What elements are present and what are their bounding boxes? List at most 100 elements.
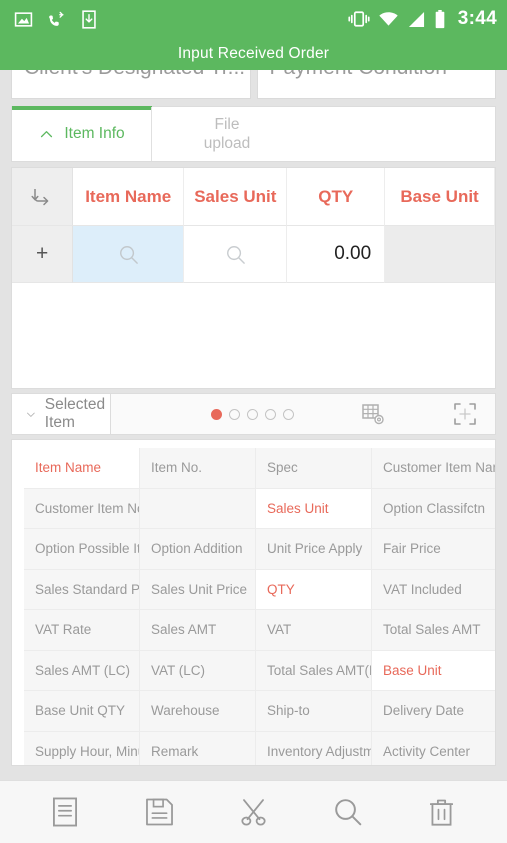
tab-strip: Item Info File upload: [11, 106, 496, 162]
detail-grid-panel: Item Name Item No. Spec Customer Item Na…: [11, 439, 496, 766]
tab-strip-wrapper: Item Info File upload: [0, 99, 507, 162]
signal-icon: [408, 11, 424, 27]
tab-file-upload-label-line1: File: [214, 116, 240, 133]
detail-field-sales-standard-price[interactable]: Sales Standard Pric: [24, 569, 140, 610]
detail-grid: Item Name Item No. Spec Customer Item Na…: [24, 448, 495, 765]
tab-file-upload[interactable]: File upload: [152, 107, 302, 161]
save-icon: [145, 798, 173, 826]
detail-field-supply-hour-minute[interactable]: Supply Hour, Minute: [24, 731, 140, 765]
column-header-item-name[interactable]: Item Name: [73, 168, 185, 226]
pagination-dots[interactable]: [211, 408, 295, 420]
cell-sales-unit[interactable]: [183, 226, 288, 283]
column-header-base-unit[interactable]: Base Unit: [385, 168, 495, 226]
chevron-down-icon: [27, 412, 35, 417]
missed-call-icon: [49, 11, 64, 26]
pagination-dot-5[interactable]: [283, 408, 295, 420]
detail-field-unit-price-apply[interactable]: Unit Price Apply: [256, 529, 372, 570]
search-button[interactable]: [320, 788, 376, 836]
detail-grid-wrapper: Item Name Item No. Spec Customer Item Na…: [0, 435, 507, 766]
delete-button[interactable]: [414, 788, 470, 836]
detail-field-customer-item-no[interactable]: Customer Item No.: [24, 488, 140, 529]
item-table: Item Name Sales Unit QTY Base Unit + 0.0…: [11, 167, 496, 389]
pagination-dot-4[interactable]: [265, 408, 277, 420]
app-title-bar: Input Received Order: [0, 38, 507, 70]
search-icon: [334, 799, 361, 826]
tab-item-info[interactable]: Item Info: [12, 107, 152, 161]
selected-item-toggle[interactable]: Selected Item: [12, 394, 112, 434]
detail-field-item-name[interactable]: Item Name: [24, 448, 140, 489]
detail-field-delivery-date[interactable]: Delivery Date: [372, 691, 495, 732]
detail-field-total-sales-amt-lc[interactable]: Total Sales AMT(LC: [256, 650, 372, 691]
detail-field-option-possible-item[interactable]: Option Possible Iter: [24, 529, 140, 570]
fullscreen-icon[interactable]: [452, 401, 478, 427]
detail-field-qty[interactable]: QTY: [256, 569, 372, 610]
detail-field-vat-lc[interactable]: VAT (LC): [140, 650, 256, 691]
detail-field-sales-amt-lc[interactable]: Sales AMT (LC): [24, 650, 140, 691]
selected-item-label: Selected Item: [44, 396, 106, 431]
tab-item-info-label: Item Info: [64, 125, 125, 142]
detail-grid-row: VAT Rate Sales AMT VAT Total Sales AMT: [24, 610, 495, 651]
cut-button[interactable]: [225, 788, 281, 836]
search-icon: [226, 245, 245, 264]
column-header-qty[interactable]: QTY: [287, 168, 386, 226]
detail-field-spec[interactable]: Spec: [256, 448, 372, 489]
top-fields-row: Client's Designated Tr... Payment Condit…: [0, 70, 507, 99]
detail-field-ship-to[interactable]: Ship-to: [256, 691, 372, 732]
detail-field-customer-item-name[interactable]: Customer Item Nam: [372, 448, 495, 489]
status-bar-right-icons: 3:44: [348, 8, 497, 30]
detail-field-vat[interactable]: VAT: [256, 610, 372, 651]
bottom-toolbar: [0, 780, 507, 843]
grid-settings-icon[interactable]: [360, 401, 386, 427]
detail-grid-row: Base Unit QTY Warehouse Ship-to Delivery…: [24, 691, 495, 732]
detail-field-vat-rate[interactable]: VAT Rate: [24, 610, 140, 651]
image-icon: [14, 11, 33, 27]
add-row-button[interactable]: +: [12, 226, 74, 283]
detail-field-activity-center[interactable]: Activity Center: [372, 731, 495, 765]
vibrate-icon: [348, 11, 370, 27]
cut-icon: [241, 799, 266, 826]
detail-grid-row: Option Possible Iter Option Addition Uni…: [24, 529, 495, 570]
list-button[interactable]: [37, 788, 93, 836]
branch-arrow-icon: [31, 188, 49, 205]
detail-field-base-unit-qty[interactable]: Base Unit QTY: [24, 691, 140, 732]
detail-field-item-no[interactable]: Item No.: [140, 448, 256, 489]
detail-field-sales-unit[interactable]: Sales Unit: [256, 488, 372, 529]
status-bar: 3:44: [0, 0, 507, 38]
detail-field-remark[interactable]: Remark: [140, 731, 256, 765]
detail-field-sales-unit-price[interactable]: Sales Unit Price: [140, 569, 256, 610]
status-bar-clock: 3:44: [457, 8, 497, 29]
item-table-header-row: Item Name Sales Unit QTY Base Unit: [12, 168, 495, 226]
client-designated-transport-label: Client's Designated Tr...: [24, 70, 245, 80]
item-table-corner-cell[interactable]: [12, 168, 74, 226]
detail-field-vat-included[interactable]: VAT Included: [372, 569, 495, 610]
selected-item-bar-wrapper: Selected Item: [0, 389, 507, 435]
column-header-sales-unit[interactable]: Sales Unit: [184, 168, 288, 226]
table-row: + 0.00: [12, 226, 495, 283]
detail-field-inventory-adjustment[interactable]: Inventory Adjustmer: [256, 731, 372, 765]
detail-field-option-classifctn[interactable]: Option Classifctn: [372, 488, 495, 529]
detail-field-option-addition[interactable]: Option Addition: [140, 529, 256, 570]
pagination-dot-1[interactable]: [211, 408, 223, 420]
client-designated-transport-field[interactable]: Client's Designated Tr...: [11, 70, 251, 99]
cell-item-name[interactable]: [73, 226, 184, 283]
pagination-dot-3[interactable]: [247, 408, 259, 420]
cell-qty[interactable]: 0.00: [287, 226, 386, 283]
detail-field-base-unit[interactable]: Base Unit: [372, 650, 495, 691]
detail-grid-row: Customer Item No. Sales Unit Option Clas…: [24, 488, 495, 529]
tab-file-upload-label-line2: upload: [203, 135, 251, 152]
detail-field-warehouse[interactable]: Warehouse: [140, 691, 256, 732]
payment-condition-field[interactable]: Payment Condition: [256, 70, 496, 99]
pagination-dot-2[interactable]: [229, 408, 241, 420]
delete-icon: [430, 799, 454, 826]
save-button[interactable]: [131, 788, 187, 836]
detail-grid-row: Sales Standard Pric Sales Unit Price QTY…: [24, 569, 495, 610]
selected-item-bar-icons: [294, 401, 506, 427]
detail-field-total-sales-amt[interactable]: Total Sales AMT: [372, 610, 495, 651]
detail-grid-row: Supply Hour, Minute Remark Inventory Adj…: [24, 731, 495, 765]
detail-field-sales-amt[interactable]: Sales AMT: [140, 610, 256, 651]
detail-grid-row: Sales AMT (LC) VAT (LC) Total Sales AMT(…: [24, 650, 495, 691]
cell-base-unit: [385, 226, 495, 283]
payment-condition-label: Payment Condition: [270, 70, 447, 80]
list-icon: [53, 797, 78, 827]
detail-field-fair-price[interactable]: Fair Price: [372, 529, 495, 570]
